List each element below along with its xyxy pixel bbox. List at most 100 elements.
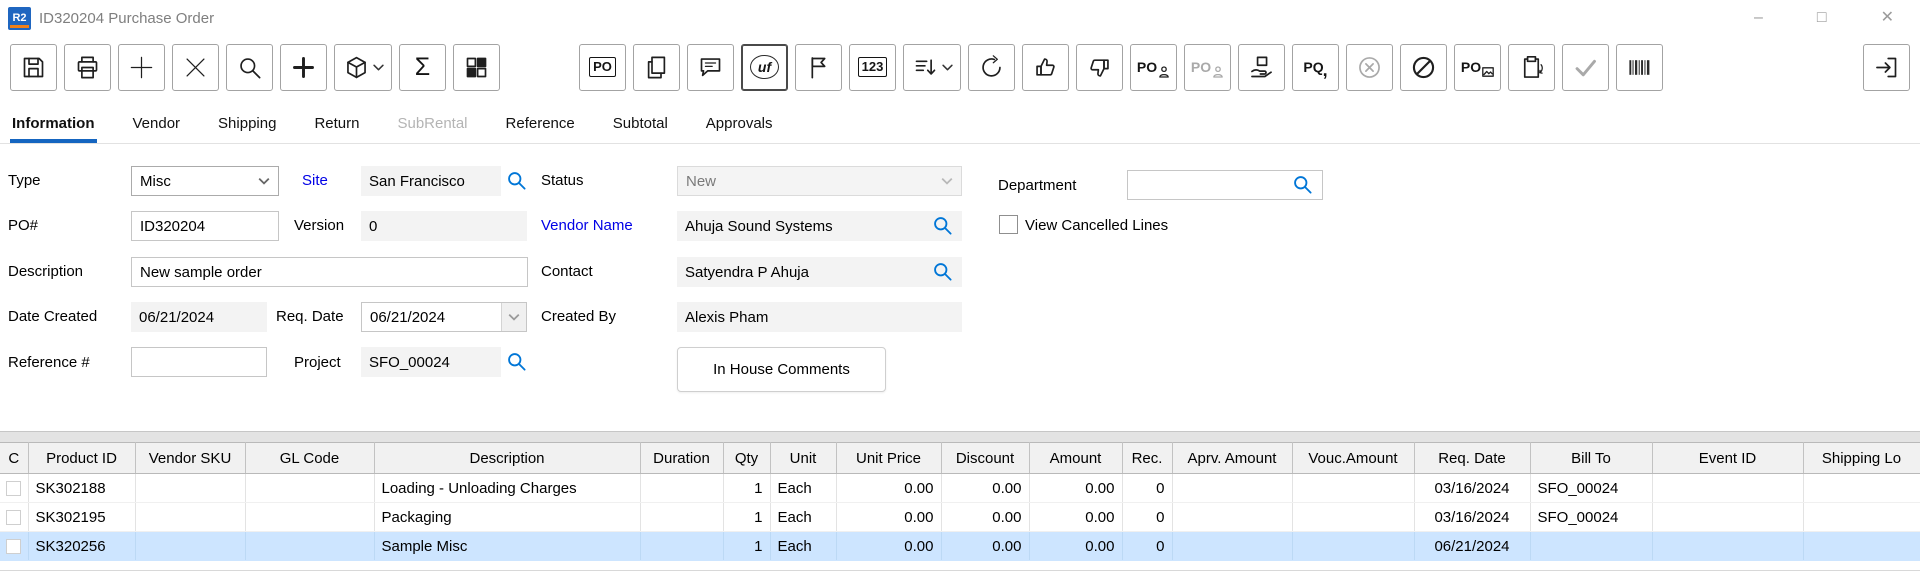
vendor-name-label[interactable]: Vendor Name — [541, 217, 633, 234]
grid-cell[interactable]: 1 — [723, 474, 770, 503]
tab-subtotal[interactable]: Subtotal — [611, 115, 670, 143]
tab-shipping[interactable]: Shipping — [216, 115, 278, 143]
product-lookup-button[interactable] — [334, 44, 392, 91]
window-layout-button[interactable] — [453, 44, 500, 91]
grid-cell[interactable] — [0, 474, 28, 503]
void-button[interactable] — [1400, 44, 1447, 91]
grid-cell[interactable] — [1652, 474, 1803, 503]
grid-cell[interactable]: 0.00 — [836, 474, 941, 503]
department-search-icon[interactable] — [1292, 174, 1314, 196]
col-header-product-id[interactable]: Product ID — [28, 443, 135, 474]
grid-cell[interactable] — [245, 503, 374, 532]
paste-update-button[interactable] — [1508, 44, 1555, 91]
col-header-vouc-amount[interactable]: Vouc.Amount — [1292, 443, 1414, 474]
grid-cell[interactable] — [135, 503, 245, 532]
comments-button[interactable] — [687, 44, 734, 91]
price-quote-button[interactable]: PQ, — [1292, 44, 1339, 91]
req-date-dropdown[interactable] — [501, 303, 526, 331]
grid-cell[interactable]: 0.00 — [941, 474, 1029, 503]
grid-cell[interactable] — [1172, 532, 1292, 561]
row-checkbox[interactable] — [6, 510, 21, 525]
col-header-event-id[interactable]: Event ID — [1652, 443, 1803, 474]
col-header-description[interactable]: Description — [374, 443, 640, 474]
grid-cell[interactable]: SFO_00024 — [1530, 474, 1652, 503]
site-label[interactable]: Site — [302, 172, 328, 189]
row-checkbox[interactable] — [6, 481, 21, 496]
col-header-aprv-amount[interactable]: Aprv. Amount — [1172, 443, 1292, 474]
col-header-vendor-sku[interactable]: Vendor SKU — [135, 443, 245, 474]
po-contact-button[interactable]: PO — [1130, 44, 1177, 91]
col-header-discount[interactable]: Discount — [941, 443, 1029, 474]
grid-cell[interactable] — [640, 532, 723, 561]
grid-cell[interactable]: SK302188 — [28, 474, 135, 503]
grid-cell[interactable]: Sample Misc — [374, 532, 640, 561]
tab-approvals[interactable]: Approvals — [704, 115, 775, 143]
grid-cell[interactable]: Each — [770, 503, 836, 532]
grid-cell[interactable] — [1172, 503, 1292, 532]
grid-cell[interactable]: 0 — [1122, 474, 1172, 503]
grid-cell[interactable]: 0 — [1122, 503, 1172, 532]
table-row[interactable]: SK302195Packaging1Each0.000.000.00003/16… — [0, 503, 1920, 532]
barcode-button[interactable] — [1616, 44, 1663, 91]
grid-cell[interactable] — [1292, 532, 1414, 561]
site-field[interactable]: San Francisco — [361, 166, 501, 196]
grid-cell[interactable] — [245, 474, 374, 503]
row-checkbox[interactable] — [6, 539, 21, 554]
duplicate-button[interactable] — [633, 44, 680, 91]
col-header-rec[interactable]: Rec. — [1122, 443, 1172, 474]
po-number-input[interactable] — [131, 211, 279, 241]
totals-button[interactable]: Σ — [399, 44, 446, 91]
grid-cell[interactable] — [1530, 532, 1652, 561]
type-select[interactable]: Misc — [131, 166, 279, 196]
col-header-gl-code[interactable]: GL Code — [245, 443, 374, 474]
tab-reference[interactable]: Reference — [504, 115, 577, 143]
new-button[interactable] — [118, 44, 165, 91]
minimize-button[interactable]: – — [1754, 10, 1763, 26]
req-date-input[interactable]: 06/21/2024 — [361, 302, 527, 332]
contact-field[interactable]: Satyendra P Ahuja — [677, 257, 962, 287]
project-search-icon[interactable] — [506, 351, 528, 373]
numbering-button[interactable]: 123 — [849, 44, 896, 91]
grid-cell[interactable]: 0.00 — [1029, 503, 1122, 532]
col-header-unit-price[interactable]: Unit Price — [836, 443, 941, 474]
in-house-comments-button[interactable]: In House Comments — [677, 347, 886, 392]
grid-cell[interactable] — [1803, 503, 1920, 532]
grid-cell[interactable]: 0.00 — [1029, 474, 1122, 503]
approve-button[interactable] — [1022, 44, 1069, 91]
grid-cell[interactable]: 1 — [723, 503, 770, 532]
col-header-qty[interactable]: Qty — [723, 443, 770, 474]
col-header-duration[interactable]: Duration — [640, 443, 723, 474]
grid-cell[interactable]: 0 — [1122, 532, 1172, 561]
receive-button[interactable] — [1238, 44, 1285, 91]
department-input[interactable] — [1127, 170, 1323, 200]
col-header-shipping-lo[interactable]: Shipping Lo — [1803, 443, 1920, 474]
table-row[interactable]: SK302188Loading - Unloading Charges1Each… — [0, 474, 1920, 503]
grid-splitter[interactable] — [0, 431, 1920, 442]
grid-cell[interactable] — [245, 532, 374, 561]
col-header-req-date[interactable]: Req. Date — [1414, 443, 1530, 474]
grid-cell[interactable]: 0.00 — [1029, 532, 1122, 561]
site-search-icon[interactable] — [506, 170, 528, 192]
find-button[interactable] — [226, 44, 273, 91]
grid-cell[interactable]: Loading - Unloading Charges — [374, 474, 640, 503]
flag-button[interactable] — [795, 44, 842, 91]
table-row[interactable]: SK320256Sample Misc1Each0.000.000.00006/… — [0, 532, 1920, 561]
grid-cell[interactable] — [0, 503, 28, 532]
grid-cell[interactable] — [135, 532, 245, 561]
grid-cell[interactable]: Each — [770, 532, 836, 561]
grid-cell[interactable] — [1803, 532, 1920, 561]
grid-cell[interactable] — [1652, 503, 1803, 532]
grid-cell[interactable]: 0.00 — [941, 532, 1029, 561]
grid-cell[interactable]: 0.00 — [836, 532, 941, 561]
grid-cell[interactable] — [640, 503, 723, 532]
col-header-bill-to[interactable]: Bill To — [1530, 443, 1652, 474]
grid-cell[interactable] — [1652, 532, 1803, 561]
print-button[interactable] — [64, 44, 111, 91]
grid-cell[interactable]: SFO_00024 — [1530, 503, 1652, 532]
description-input[interactable] — [131, 257, 528, 287]
grid-cell[interactable] — [1292, 503, 1414, 532]
grid-cell[interactable]: 03/16/2024 — [1414, 503, 1530, 532]
sign-out-button[interactable] — [1863, 44, 1910, 91]
contact-search-icon[interactable] — [932, 261, 954, 283]
tab-information[interactable]: Information — [10, 115, 97, 143]
